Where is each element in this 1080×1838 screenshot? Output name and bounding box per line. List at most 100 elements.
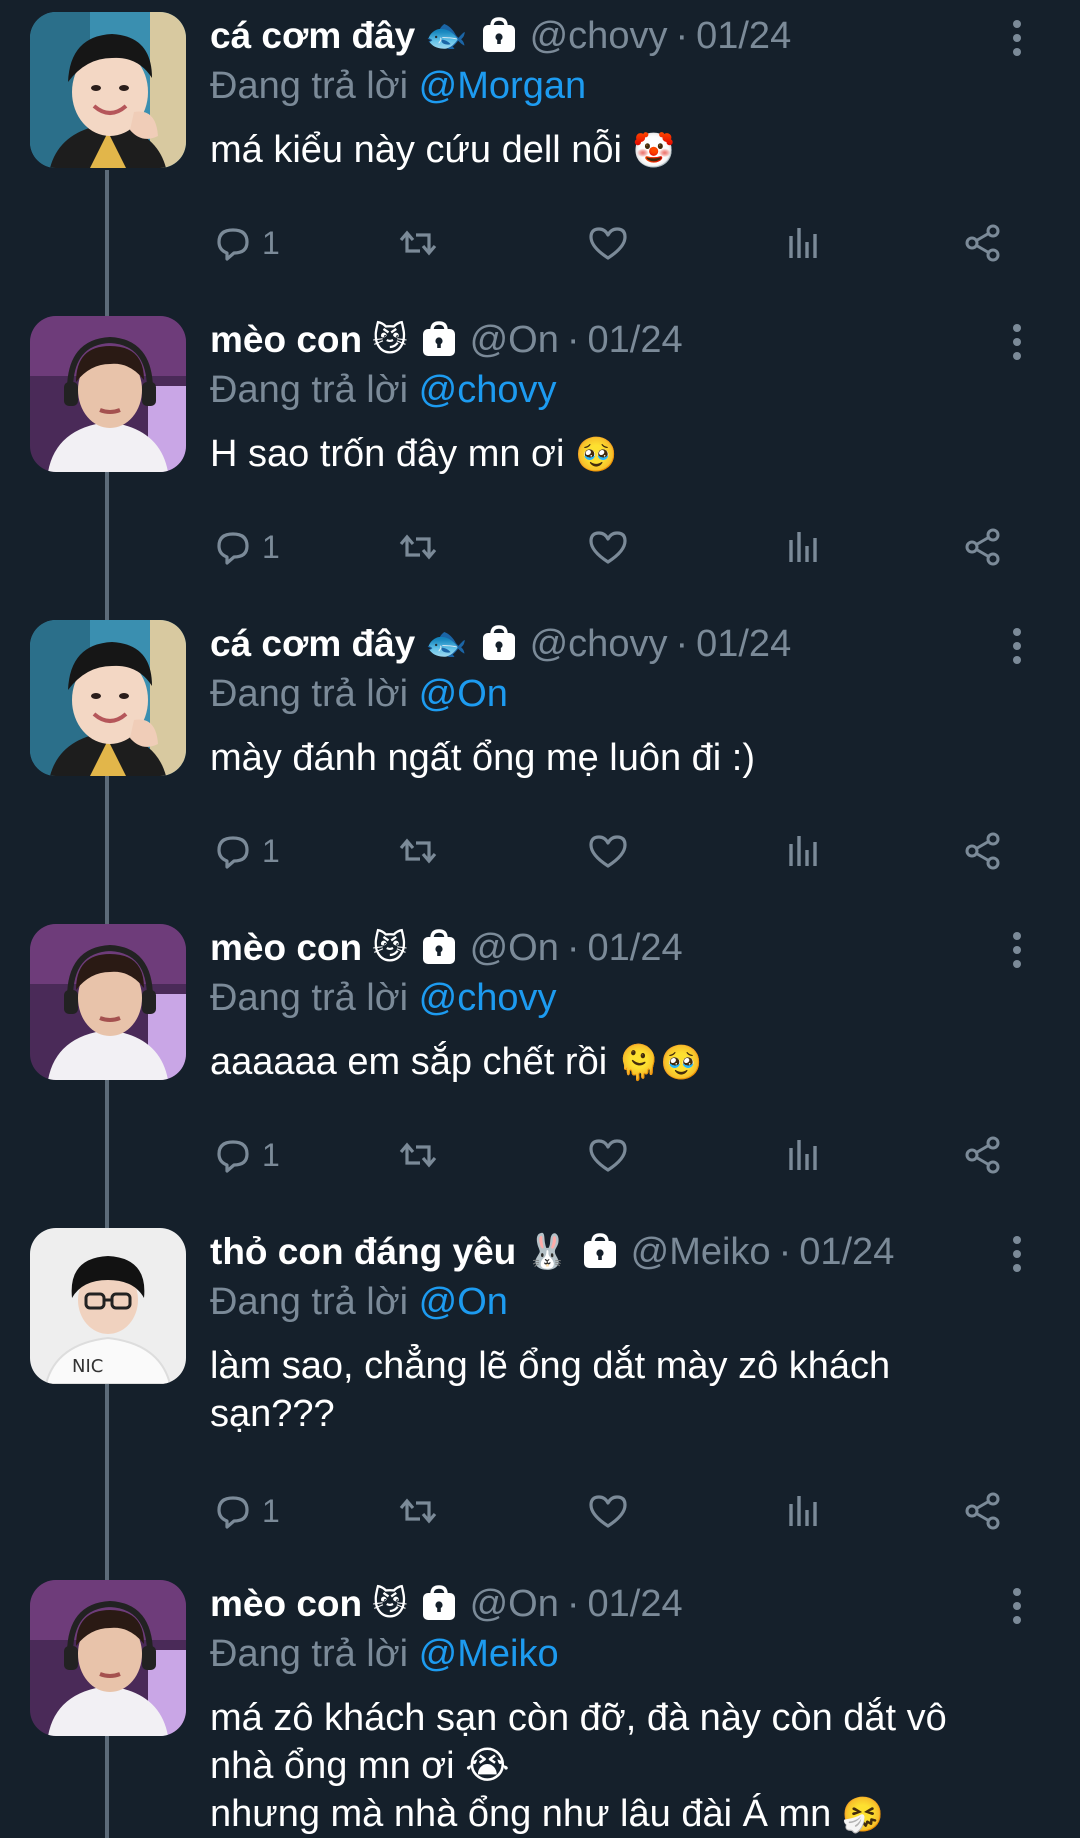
avatar[interactable] [30,1580,186,1736]
tweet-date[interactable]: 01/24 [588,319,683,362]
tweet-text-body: má kiểu này cứu dell nỗi [210,129,622,171]
tweet-date[interactable]: 01/24 [799,1231,894,1274]
tweet[interactable]: cá cơm đây 🐟 @chovy · 01/24 Đang trả lời @Mor… [0,12,1080,312]
replying-to: Đang trả lời @Morgan [210,62,1030,110]
views-button[interactable] [780,1130,826,1180]
user-handle[interactable]: @chovy [530,15,668,58]
like-button[interactable] [585,1486,631,1536]
share-button[interactable] [960,522,1006,572]
views-icon [780,828,826,874]
lock-icon [420,321,458,359]
mention-link[interactable]: @Morgan [419,65,586,107]
tweet-date[interactable]: 01/24 [588,1583,683,1626]
avatar[interactable] [30,924,186,1080]
reply-button[interactable]: 1 [210,1130,280,1180]
tweet-date[interactable]: 01/24 [696,623,791,666]
retweet-button[interactable] [395,218,441,268]
like-button[interactable] [585,1130,631,1180]
views-button[interactable] [780,826,826,876]
avatar[interactable]: NIC [30,1228,186,1384]
name-emoji: 😼 [372,929,408,967]
separator-dot: · [675,14,689,57]
avatar[interactable] [30,316,186,472]
retweet-button[interactable] [395,826,441,876]
retweet-button[interactable] [395,522,441,572]
like-button[interactable] [585,218,631,268]
tweet-text-emoji: 🤧 [841,1796,885,1834]
share-icon [960,220,1006,266]
share-icon [960,1132,1006,1178]
share-button[interactable] [960,218,1006,268]
share-button[interactable] [960,1130,1006,1180]
mention-link[interactable]: @On [419,1281,508,1323]
reply-icon [210,828,256,874]
separator-dot: · [675,622,689,665]
user-handle[interactable]: @Meiko [631,1231,771,1274]
retweet-icon [395,524,441,570]
display-name[interactable]: mèo con [210,927,362,969]
name-emoji: 🐰 [526,1233,569,1271]
lock-icon [420,929,458,967]
tweet-body: mèo con 😼 @On · 01/24 Đang trả lời @Meiko má z… [210,1580,1030,1838]
share-button[interactable] [960,826,1006,876]
retweet-button[interactable] [395,1486,441,1536]
reply-icon [210,220,256,266]
user-handle[interactable]: @chovy [530,623,668,666]
share-button[interactable] [960,1486,1006,1536]
retweet-icon [395,1132,441,1178]
like-icon [585,1132,631,1178]
tweet-actions: 1 [210,826,1010,876]
tweet-date[interactable]: 01/24 [696,15,791,58]
reply-button[interactable]: 1 [210,218,280,268]
like-button[interactable] [585,522,631,572]
tweet[interactable]: cá cơm đây 🐟 @chovy · 01/24 Đang trả lời @On m… [0,620,1080,920]
reply-button[interactable]: 1 [210,1486,280,1536]
more-icon[interactable] [1005,322,1029,362]
display-name[interactable]: mèo con [210,319,362,361]
views-button[interactable] [780,1486,826,1536]
tweet[interactable]: mèo con 😼 @On · 01/24 Đang trả lời @chovy aaaa… [0,924,1080,1224]
reply-thread: cá cơm đây 🐟 @chovy · 01/24 Đang trả lời @Mor… [0,0,1080,1838]
tweet-text: aaaaaa em sắp chết rồi 🫠🥹 [210,1038,1030,1087]
more-icon[interactable] [1005,930,1029,970]
tweet-date[interactable]: 01/24 [588,927,683,970]
more-icon[interactable] [1005,1234,1029,1274]
views-icon [780,220,826,266]
tweet-text-emoji: 🫠🥹 [617,1044,703,1082]
more-icon[interactable] [1005,626,1029,666]
mention-link[interactable]: @On [419,673,508,715]
tweet-header: cá cơm đây 🐟 @chovy · 01/24 [210,12,1030,60]
display-name[interactable]: thỏ con đáng yêu [210,1231,516,1273]
user-handle[interactable]: @On [470,1583,559,1626]
user-handle[interactable]: @On [470,319,559,362]
like-button[interactable] [585,826,631,876]
avatar[interactable] [30,620,186,776]
mention-link[interactable]: @chovy [419,369,557,411]
avatar[interactable] [30,12,186,168]
views-button[interactable] [780,218,826,268]
tweet[interactable]: mèo con 😼 @On · 01/24 Đang trả lời @Meiko má z… [0,1580,1080,1838]
tweet[interactable]: NIC thỏ con đáng yêu 🐰 @Meiko · 01/24 Đang tr… [0,1228,1080,1530]
share-icon [960,828,1006,874]
mention-link[interactable]: @chovy [419,977,557,1019]
more-icon[interactable] [1005,1586,1029,1626]
user-handle[interactable]: @On [470,927,559,970]
more-icon[interactable] [1005,18,1029,58]
replying-to: Đang trả lời @Meiko [210,1630,1030,1678]
tweet[interactable]: mèo con 😼 @On · 01/24 Đang trả lời @chovy H sa… [0,316,1080,616]
views-button[interactable] [780,522,826,572]
display-name[interactable]: cá cơm đây [210,623,415,665]
mention-link[interactable]: @Meiko [419,1633,559,1675]
lock-icon [480,17,518,55]
replying-to-label: Đang trả lời [210,1281,409,1323]
reply-button[interactable]: 1 [210,826,280,876]
tweet-header: cá cơm đây 🐟 @chovy · 01/24 [210,620,1030,668]
replying-to-label: Đang trả lời [210,673,409,715]
display-name[interactable]: mèo con [210,1583,362,1625]
reply-icon [210,524,256,570]
retweet-button[interactable] [395,1130,441,1180]
views-icon [780,1132,826,1178]
tweet-text-emoji: 🤡 [632,132,675,170]
display-name[interactable]: cá cơm đây [210,15,415,57]
reply-button[interactable]: 1 [210,522,280,572]
